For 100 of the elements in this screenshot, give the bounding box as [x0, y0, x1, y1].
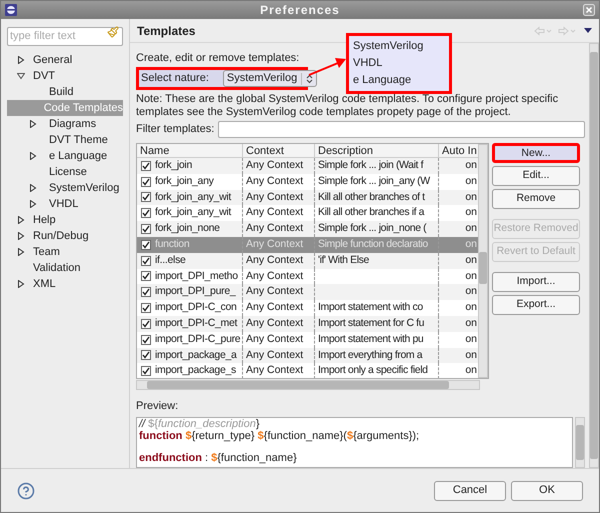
table-row[interactable]: import_DPI-C_met Any Context Import statement for C fu on [137, 316, 478, 332]
collapsed-arrow-icon[interactable] [29, 120, 37, 128]
tree-item[interactable]: Run/Debug [7, 228, 123, 244]
action-button[interactable]: Edit... [492, 166, 580, 186]
context-text: Any Context [246, 252, 304, 268]
tree-item[interactable]: SystemVerilog [7, 180, 123, 196]
template-name: fork_join_any_wit [155, 205, 232, 220]
expanded-arrow-icon[interactable] [17, 72, 25, 80]
checkbox[interactable] [141, 176, 151, 187]
checkbox[interactable] [141, 366, 151, 376]
preview-label: Preview: [136, 399, 180, 414]
template-name: fork_join_any [155, 174, 214, 189]
action-button[interactable]: Remove [492, 189, 580, 209]
window-title: Preferences [260, 2, 340, 19]
table-row[interactable]: fork_join Any Context Simple fork ... join (Wait f on [137, 158, 478, 174]
dialog-button[interactable]: Cancel [434, 480, 506, 500]
context-text: Any Context [246, 158, 304, 174]
tree-item[interactable]: License [7, 164, 123, 180]
template-name: fork_join [155, 158, 192, 174]
auto-insert-text: on [465, 237, 477, 252]
description-text: Import statement for C fu [318, 316, 424, 331]
table-row[interactable]: import_DPI_metho Any Context on [137, 268, 478, 284]
preview-scrollbar[interactable] [575, 416, 585, 468]
help-icon[interactable] [17, 482, 35, 500]
checkbox[interactable] [141, 334, 151, 345]
column-header[interactable]: Context [243, 144, 315, 157]
description-text: Simple fork ... join_any (W [318, 174, 430, 189]
context-text: Any Context [246, 268, 304, 284]
table-row[interactable]: import_DPI_pure_ Any Context on [137, 284, 478, 300]
checkbox[interactable] [141, 303, 151, 314]
note-text: Note: These are the global SystemVerilog code templates. To configure project specific templates see the SystemVerilog code templates propety page of the project. [136, 93, 560, 119]
auto-insert-text: on [465, 284, 477, 300]
app-icon [5, 4, 17, 16]
checkbox[interactable] [141, 271, 151, 282]
description-text: Kill all other branches of t [318, 190, 425, 205]
collapsed-arrow-icon[interactable] [17, 280, 25, 288]
template-name: if...else [155, 252, 186, 268]
table-row[interactable]: import_package_a Any Context Import everything from a on [137, 348, 478, 364]
code-line: function ${return_type} ${function_name}(${arguments}); [139, 430, 420, 442]
table-row[interactable]: fork_join_any_wit Any Context Kill all other branches of t on [137, 190, 478, 206]
checkbox[interactable] [141, 256, 151, 266]
tree-item[interactable]: General [7, 52, 123, 68]
table-row[interactable]: fork_join_none Any Context Simple fork ... join_none ( on [137, 221, 478, 237]
action-button[interactable]: Import... [492, 272, 580, 292]
auto-insert-text: on [465, 221, 477, 236]
description-text: 'if' With Else [318, 252, 369, 268]
checkbox[interactable] [141, 160, 151, 171]
nature-option[interactable]: e Language [353, 72, 445, 89]
auto-insert-text: on [465, 363, 477, 378]
context-text: Any Context [246, 348, 304, 363]
close-icon[interactable] [583, 4, 595, 16]
menu-dropdown-icon[interactable] [584, 28, 592, 34]
table-row[interactable]: if...else Any Context 'if' With Else on [137, 252, 478, 269]
page-title: Templates [137, 22, 196, 40]
collapsed-arrow-icon[interactable] [29, 152, 37, 160]
table-scrollbar[interactable] [478, 144, 488, 378]
dialog-button[interactable]: OK [511, 480, 583, 500]
tree-item[interactable]: DVT Theme [7, 132, 123, 148]
description-text: Simple function declaratio [318, 237, 428, 252]
tree-item[interactable]: e Language [7, 148, 123, 164]
checkbox[interactable] [141, 287, 151, 298]
tree-item[interactable]: DVT [7, 68, 123, 84]
template-name: import_DPI-C_con [155, 300, 237, 316]
code-line: endfunction : ${function_name} [139, 452, 298, 464]
context-text: Any Context [246, 332, 304, 347]
horizontal-scrollbar[interactable] [136, 380, 480, 390]
checkbox[interactable] [141, 208, 151, 218]
template-name: import_package_s [155, 363, 236, 378]
filter-templates-field[interactable] [218, 121, 585, 138]
tree-item[interactable]: Build [7, 84, 123, 100]
action-button[interactable]: New... [492, 143, 580, 163]
checkbox[interactable] [141, 224, 151, 234]
context-text: Any Context [246, 300, 304, 316]
tree-item[interactable]: Help [7, 212, 123, 228]
nature-option[interactable]: VHDL [353, 55, 445, 72]
column-header[interactable]: Description [315, 144, 439, 157]
collapsed-arrow-icon[interactable] [17, 56, 25, 64]
filter-field[interactable]: type filter text [7, 26, 123, 46]
action-button[interactable]: Export... [492, 295, 580, 315]
checkbox[interactable] [141, 318, 151, 329]
tree-item[interactable]: Validation [7, 260, 123, 276]
checkbox[interactable] [141, 192, 151, 202]
column-header[interactable]: Name [137, 144, 243, 157]
auto-insert-text: on [465, 205, 477, 220]
nature-label: Select nature: [141, 71, 209, 86]
checkbox[interactable] [141, 350, 151, 360]
broom-icon[interactable] [107, 26, 119, 38]
page-scrollbar[interactable] [589, 43, 599, 468]
checkbox[interactable] [141, 240, 151, 250]
spinner-icon [306, 74, 314, 84]
template-name: function [155, 237, 190, 252]
description-text: Import only a specific field [318, 363, 428, 378]
context-text: Any Context [246, 237, 304, 252]
nature-option[interactable]: SystemVerilog [353, 38, 445, 55]
tree-item[interactable]: VHDL [7, 196, 123, 212]
tree-item[interactable]: Team [7, 244, 123, 260]
tree-item[interactable]: Diagrams [7, 116, 123, 132]
nature-select[interactable]: SystemVerilog [222, 70, 318, 87]
tree-item[interactable]: XML [7, 276, 123, 292]
auto-insert-text: on [465, 300, 477, 316]
